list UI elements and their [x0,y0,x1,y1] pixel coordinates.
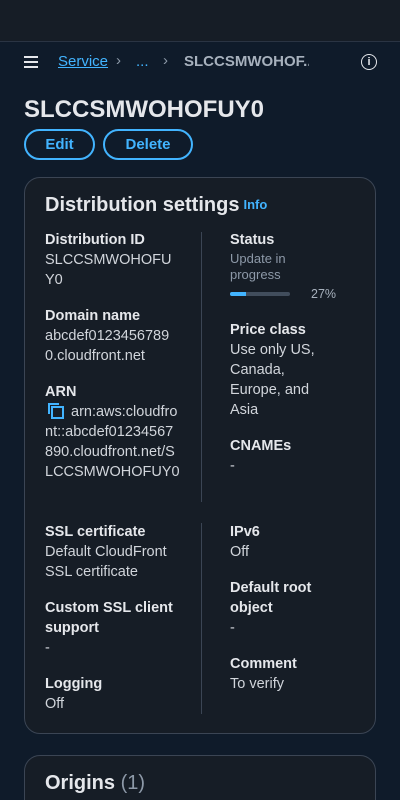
logging-field: Logging Off [45,676,103,712]
distribution-settings-card: Distribution settings Info Distribution I… [24,177,376,734]
column-divider [201,523,202,714]
custom-ssl-field: Custom SSL client support - [45,600,173,656]
chevron-right-icon: › [116,52,121,69]
arn-field: ARN arn:aws:cloudfront::abcdef0123456789… [45,384,180,480]
status-progress: 27% [230,287,365,301]
breadcrumb-service-link[interactable]: Service [58,53,108,70]
card-title: Distribution settings Info [45,194,268,216]
origins-card: Origins (1) [24,755,376,800]
chevron-right-icon: › [163,52,168,69]
origins-count: (1) [120,772,146,794]
progress-fill [230,292,247,296]
default-root-object-field: Default root object - [230,580,312,636]
top-bar [0,0,400,42]
breadcrumb-ellipsis[interactable]: ... [136,53,149,70]
hamburger-icon[interactable] [24,56,38,68]
info-icon[interactable]: i [361,54,377,70]
cnames-field: CNAMEs - [230,438,292,474]
delete-button[interactable]: Delete [103,129,193,160]
copy-icon[interactable] [47,402,65,419]
comment-field: Comment To verify [230,656,297,692]
domain-name-field: Domain name abcdef01234567890.cloudfront… [45,308,170,364]
arn-value: arn:aws:cloudfront::abcdef01234567890.cl… [45,404,180,480]
info-link[interactable]: Info [243,197,267,212]
page-title: SLCCSMWOHOFUY0 [24,96,264,123]
status-field: Status Update in progress 27% [230,230,365,301]
distribution-id-field: Distribution ID SLCCSMWOHOFUY0 [45,232,172,288]
origins-title: Origins (1) [45,772,146,794]
column-divider [201,232,202,502]
ipv6-field: IPv6 Off [230,524,260,560]
price-class-field: Price class Use only US, Canada, Europe,… [230,322,315,418]
edit-button[interactable]: Edit [24,129,95,160]
ssl-certificate-field: SSL certificate Default CloudFront SSL c… [45,524,167,580]
breadcrumb: Service › ... › SLCCSMWOHOF... i [0,42,400,84]
breadcrumb-current: SLCCSMWOHOF... [184,53,309,70]
